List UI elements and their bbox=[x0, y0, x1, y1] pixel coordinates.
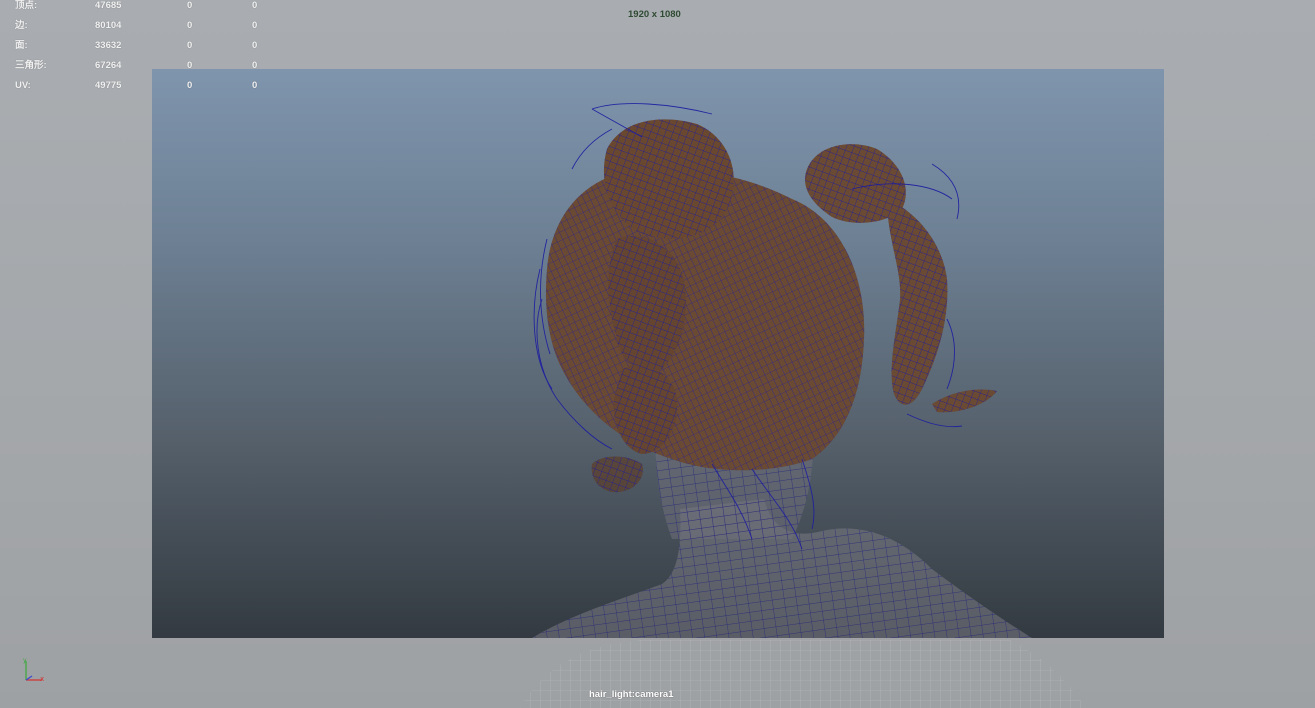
hud-value: 0 bbox=[187, 0, 193, 11]
hud-value: 0 bbox=[252, 40, 258, 51]
hud-row-vertices: 顶点: 47685 0 0 bbox=[15, 0, 275, 20]
character-wireframe bbox=[532, 103, 1032, 638]
svg-text:x: x bbox=[40, 675, 44, 683]
xyz-axis-icon: y x bbox=[23, 657, 44, 683]
hud-value: 0 bbox=[252, 20, 258, 31]
hud-value: 0 bbox=[187, 80, 193, 91]
hud-row-uvs: UV: 49775 0 0 bbox=[15, 80, 275, 100]
hud-value: 0 bbox=[252, 80, 258, 91]
resolution-gate bbox=[152, 69, 1164, 638]
hud-value: 80104 bbox=[95, 20, 122, 31]
camera-name-label: hair_light:camera1 bbox=[589, 689, 674, 700]
hud-value: 0 bbox=[252, 0, 258, 11]
poly-count-hud: 顶点: 47685 0 0 边: 80104 0 0 面: 33632 0 0 … bbox=[15, 0, 275, 100]
hud-value: 47685 bbox=[95, 0, 122, 11]
hud-value: 0 bbox=[187, 20, 193, 31]
hud-value: 49775 bbox=[95, 80, 122, 91]
hud-row-faces: 面: 33632 0 0 bbox=[15, 40, 275, 60]
hud-value: 67264 bbox=[95, 60, 122, 71]
resolution-label: 1920 x 1080 bbox=[628, 9, 681, 20]
hud-label: 顶点: bbox=[15, 0, 38, 11]
hud-value: 0 bbox=[187, 60, 193, 71]
3d-viewport[interactable]: 顶点: 47685 0 0 边: 80104 0 0 面: 33632 0 0 … bbox=[0, 0, 1315, 708]
hud-label: 边: bbox=[15, 20, 28, 31]
hud-value: 0 bbox=[187, 40, 193, 51]
hud-label: 面: bbox=[15, 40, 28, 51]
hud-value: 33632 bbox=[95, 40, 122, 51]
hud-row-triangles: 三角形: 67264 0 0 bbox=[15, 60, 275, 80]
svg-text:y: y bbox=[23, 657, 27, 664]
hud-label: 三角形: bbox=[15, 60, 47, 71]
hud-row-edges: 边: 80104 0 0 bbox=[15, 20, 275, 40]
hud-label: UV: bbox=[15, 80, 31, 91]
hud-value: 0 bbox=[252, 60, 258, 71]
